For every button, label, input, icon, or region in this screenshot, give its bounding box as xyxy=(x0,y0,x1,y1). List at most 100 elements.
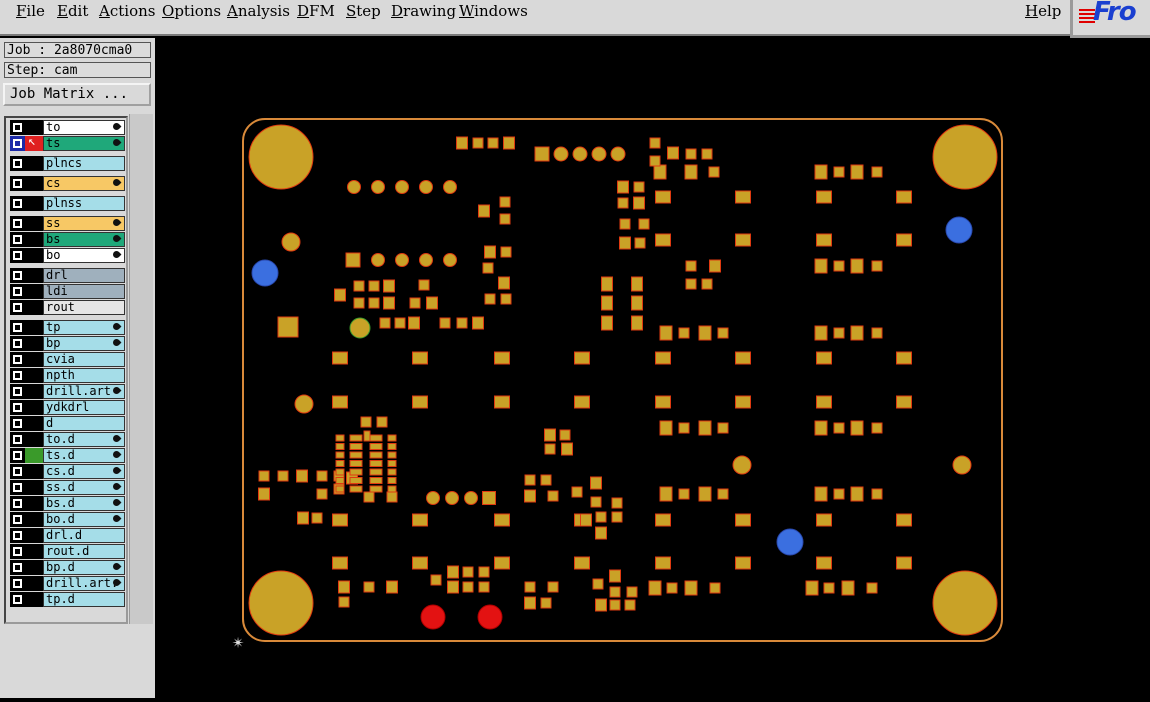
layer-row-bs[interactable]: bs xyxy=(9,232,127,247)
layer-display-checkbox[interactable] xyxy=(10,232,25,247)
layer-row-tp[interactable]: tp xyxy=(9,320,127,335)
layer-name[interactable]: cvia xyxy=(43,352,125,367)
layer-affected-toggle[interactable] xyxy=(25,300,43,315)
layer-affected-toggle[interactable] xyxy=(25,448,43,463)
layer-affected-toggle[interactable] xyxy=(25,176,43,191)
layer-name[interactable]: ts xyxy=(43,136,125,151)
menu-drawing[interactable]: Drawing xyxy=(391,2,456,20)
layer-name[interactable]: cs.d xyxy=(43,464,125,479)
layer-display-checkbox[interactable] xyxy=(10,448,25,463)
layer-row-plnss[interactable]: plnss xyxy=(9,196,127,211)
menu-windows[interactable]: Windows xyxy=(459,2,528,20)
layer-name[interactable]: drl xyxy=(43,268,125,283)
layer-name[interactable]: ss.d xyxy=(43,480,125,495)
layer-affected-toggle[interactable] xyxy=(25,196,43,211)
layer-name[interactable]: d xyxy=(43,416,125,431)
layer-display-checkbox[interactable] xyxy=(10,248,25,263)
layer-display-checkbox[interactable] xyxy=(10,120,25,135)
menu-file[interactable]: File xyxy=(16,2,45,20)
layer-display-checkbox[interactable] xyxy=(10,560,25,575)
layer-row-bp[interactable]: bp xyxy=(9,336,127,351)
layer-name[interactable]: bs.d xyxy=(43,496,125,511)
layer-name[interactable]: drill.art xyxy=(43,384,125,399)
layer-affected-toggle[interactable] xyxy=(25,248,43,263)
layer-list-scrollbar[interactable] xyxy=(129,114,153,624)
layer-name[interactable]: bo xyxy=(43,248,125,263)
layer-affected-toggle[interactable] xyxy=(25,352,43,367)
layer-display-checkbox[interactable] xyxy=(10,136,25,151)
layer-row-bo[interactable]: bo xyxy=(9,248,127,263)
layer-affected-toggle[interactable] xyxy=(25,560,43,575)
layer-affected-toggle[interactable] xyxy=(25,464,43,479)
layer-row-plncs[interactable]: plncs xyxy=(9,156,127,171)
layer-name[interactable]: bs xyxy=(43,232,125,247)
layer-affected-toggle[interactable] xyxy=(25,216,43,231)
layer-row-tp-d[interactable]: tp.d xyxy=(9,592,127,607)
layer-display-checkbox[interactable] xyxy=(10,216,25,231)
layer-affected-toggle[interactable] xyxy=(25,156,43,171)
layer-row-ss-d[interactable]: ss.d xyxy=(9,480,127,495)
layer-name[interactable]: ss xyxy=(43,216,125,231)
layer-row-drl[interactable]: drl xyxy=(9,268,127,283)
layer-name[interactable]: tp xyxy=(43,320,125,335)
layer-display-checkbox[interactable] xyxy=(10,592,25,607)
layer-display-checkbox[interactable] xyxy=(10,368,25,383)
layer-name[interactable]: to.d xyxy=(43,432,125,447)
layer-name[interactable]: tp.d xyxy=(43,592,125,607)
layer-name[interactable]: cs xyxy=(43,176,125,191)
layer-row-rout-d[interactable]: rout.d xyxy=(9,544,127,559)
layer-display-checkbox[interactable] xyxy=(10,352,25,367)
layer-display-checkbox[interactable] xyxy=(10,480,25,495)
layer-row-drl-d[interactable]: drl.d xyxy=(9,528,127,543)
layer-row-ldi[interactable]: ldi xyxy=(9,284,127,299)
menu-help[interactable]: Help xyxy=(1025,2,1061,20)
layer-name[interactable]: rout.d xyxy=(43,544,125,559)
layer-affected-toggle[interactable] xyxy=(25,528,43,543)
layer-display-checkbox[interactable] xyxy=(10,528,25,543)
layer-row-rout[interactable]: rout xyxy=(9,300,127,315)
layer-name[interactable]: ldi xyxy=(43,284,125,299)
layer-affected-toggle[interactable] xyxy=(25,416,43,431)
layer-affected-toggle[interactable] xyxy=(25,232,43,247)
layer-row-npth[interactable]: npth xyxy=(9,368,127,383)
layer-name[interactable]: npth xyxy=(43,368,125,383)
layer-display-checkbox[interactable] xyxy=(10,576,25,591)
layer-row-ydkdrl[interactable]: ydkdrl xyxy=(9,400,127,415)
layer-affected-toggle[interactable] xyxy=(25,320,43,335)
layer-affected-toggle[interactable] xyxy=(25,496,43,511)
layer-display-checkbox[interactable] xyxy=(10,400,25,415)
layer-row-to[interactable]: to xyxy=(9,120,127,135)
layer-row-ss[interactable]: ss xyxy=(9,216,127,231)
layer-affected-toggle[interactable] xyxy=(25,368,43,383)
job-matrix-button[interactable]: Job Matrix ... xyxy=(3,83,151,106)
layer-display-checkbox[interactable] xyxy=(10,268,25,283)
layer-name[interactable]: bo.d xyxy=(43,512,125,527)
layer-display-checkbox[interactable] xyxy=(10,336,25,351)
layer-display-checkbox[interactable] xyxy=(10,320,25,335)
layer-display-checkbox[interactable] xyxy=(10,432,25,447)
layer-affected-toggle[interactable] xyxy=(25,544,43,559)
layer-row-drill-art[interactable]: drill.art. xyxy=(9,576,127,591)
pcb-board-view[interactable] xyxy=(155,38,1150,698)
layer-display-checkbox[interactable] xyxy=(10,300,25,315)
layer-display-checkbox[interactable] xyxy=(10,176,25,191)
layer-row-drill-art[interactable]: drill.art xyxy=(9,384,127,399)
menu-analysis[interactable]: Analysis xyxy=(227,2,290,20)
layer-display-checkbox[interactable] xyxy=(10,464,25,479)
layer-row-bp-d[interactable]: bp.d xyxy=(9,560,127,575)
layer-name[interactable]: ts.d xyxy=(43,448,125,463)
layer-affected-toggle[interactable]: ↖ xyxy=(25,134,43,151)
layer-row-d[interactable]: d xyxy=(9,416,127,431)
menu-edit[interactable]: Edit xyxy=(57,2,88,20)
layer-display-checkbox[interactable] xyxy=(10,512,25,527)
layer-name[interactable]: drl.d xyxy=(43,528,125,543)
menu-actions[interactable]: Actions xyxy=(99,2,155,20)
layer-affected-toggle[interactable] xyxy=(25,384,43,399)
layer-affected-toggle[interactable] xyxy=(25,432,43,447)
layer-display-checkbox[interactable] xyxy=(10,544,25,559)
layer-affected-toggle[interactable] xyxy=(25,400,43,415)
layer-row-cs[interactable]: cs xyxy=(9,176,127,191)
layer-affected-toggle[interactable] xyxy=(25,592,43,607)
layer-row-to-d[interactable]: to.d xyxy=(9,432,127,447)
layer-display-checkbox[interactable] xyxy=(10,156,25,171)
